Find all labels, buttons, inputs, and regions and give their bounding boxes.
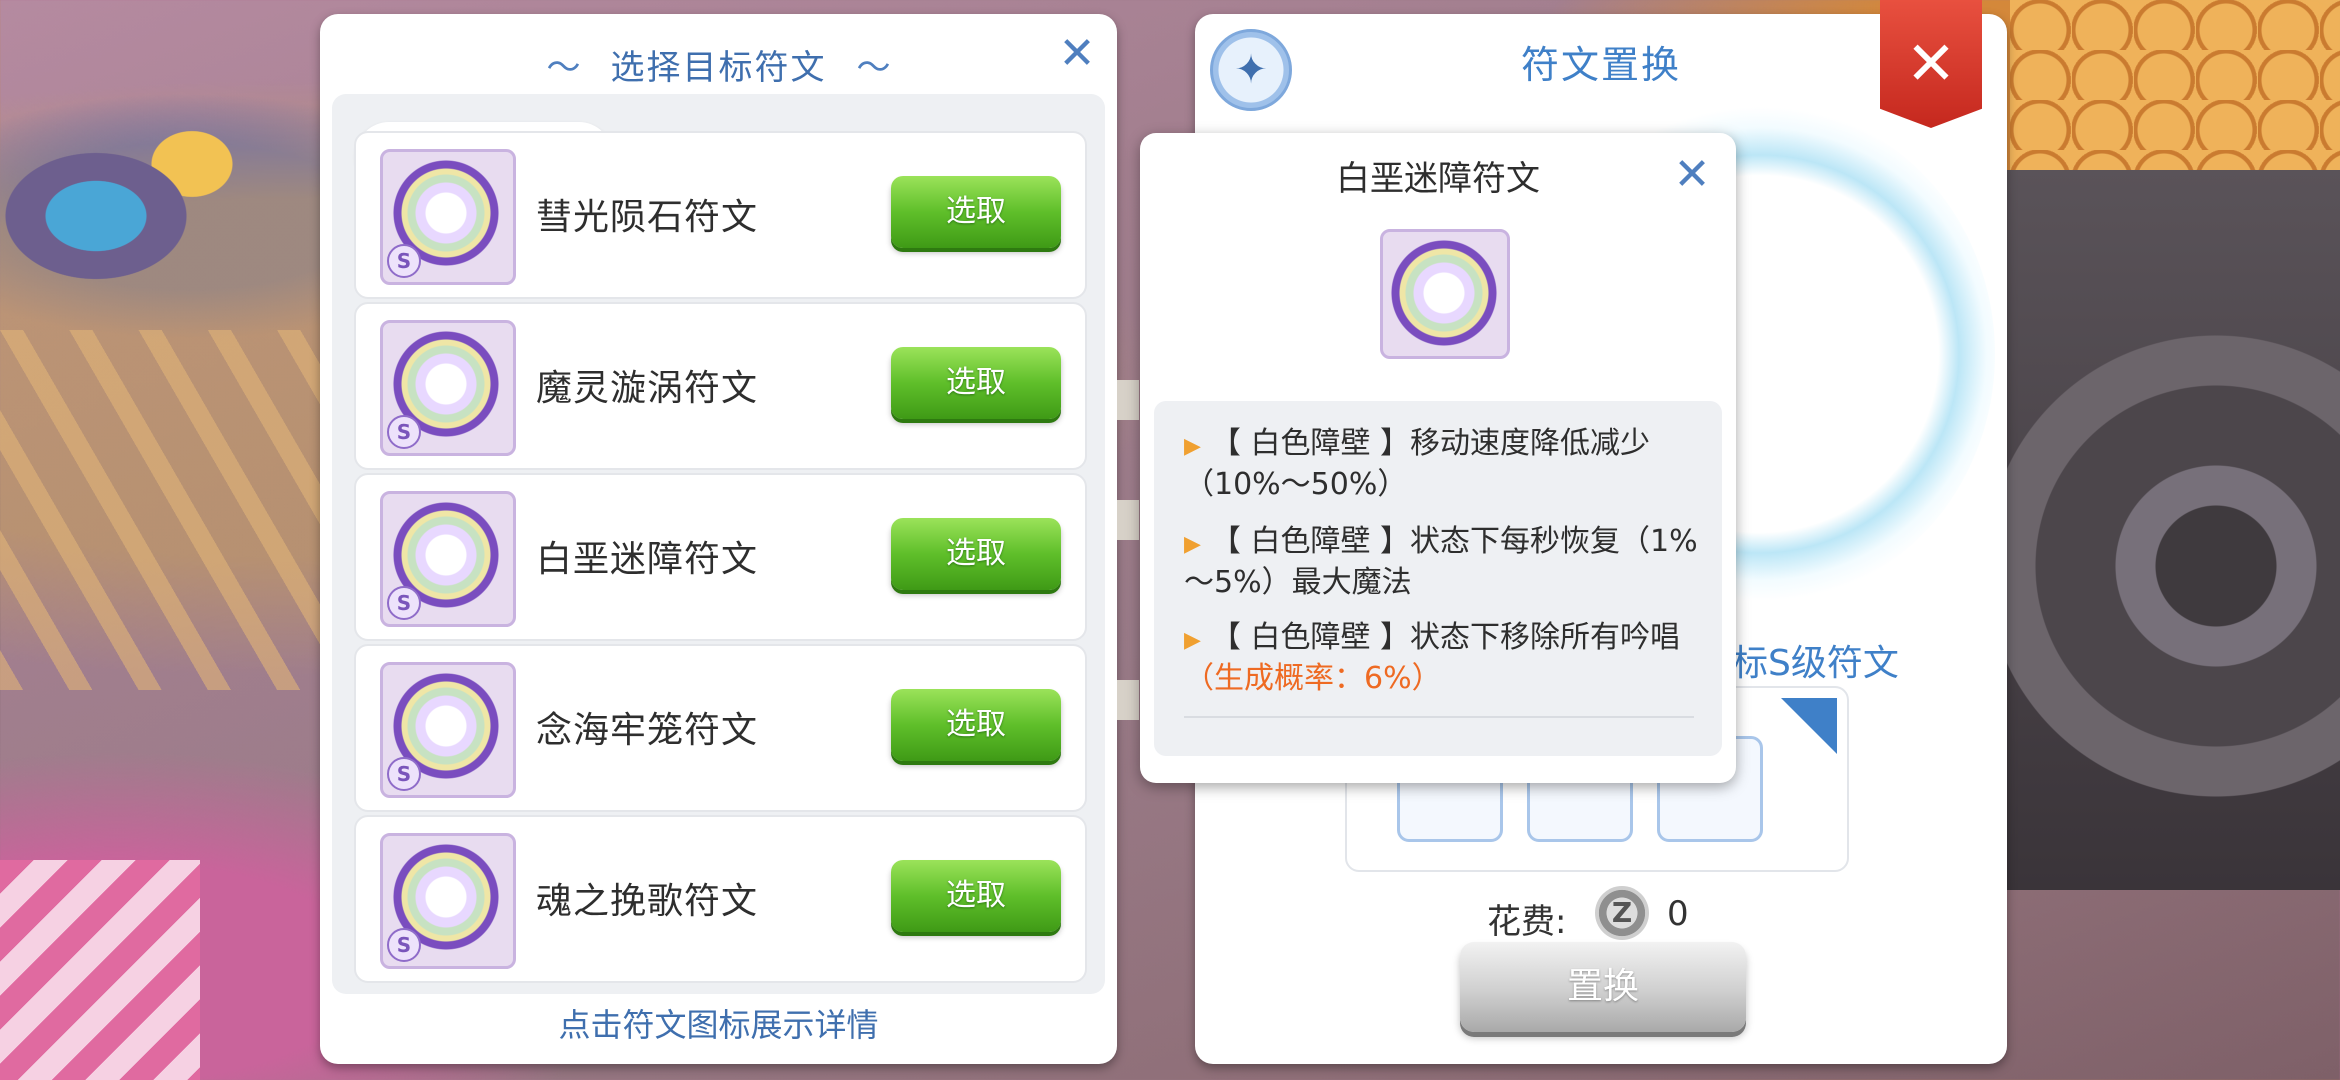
close-icon[interactable]: ✕ (1880, 0, 1982, 128)
list-item: S 白垩迷障符文 选取 (354, 473, 1087, 641)
effect-item: ▶ 【 白色障壁 】移动速度降低减少（10%～50%） (1184, 425, 1704, 504)
divider (1184, 716, 1694, 718)
rune-name: 魔灵漩涡符文 (536, 368, 759, 409)
background-roof-tiles (2010, 0, 2340, 180)
close-icon[interactable]: ✕ (1055, 32, 1099, 76)
close-icon[interactable]: ✕ (1670, 153, 1714, 197)
bullet-arrow-icon: ▶ (1184, 628, 1201, 653)
popup-title: 白垩迷障符文 (1336, 159, 1540, 199)
zeny-coin-icon: Z (1595, 886, 1649, 940)
rune-effect-list: ▶ 【 白色障壁 】移动速度降低减少（10%～50%） ▶ 【 白色障壁 】状态下每… (1154, 401, 1722, 756)
effect-text: 【 白色障壁 】状态下移除所有吟唱 (1210, 620, 1680, 655)
rune-list[interactable]: 巫师 S 彗光陨石符文 选取 S 魔灵漩涡符文 选取 S 白垩迷障符文 选取 S… (332, 94, 1105, 994)
grade-badge: S (387, 586, 421, 620)
bullet-arrow-icon: ▶ (1184, 532, 1201, 557)
rune-name: 白垩迷障符文 (536, 539, 759, 580)
cost-value: 0 (1667, 894, 1689, 934)
rune-icon[interactable]: S (380, 662, 516, 798)
swap-button[interactable]: 置换 (1460, 942, 1746, 1032)
rune-detail-popup: 白垩迷障符文 ✕ ▶ 【 白色障壁 】移动速度降低减少（10%～50%） ▶ 【 白… (1140, 133, 1736, 783)
list-item: S 彗光陨石符文 选取 (354, 131, 1087, 299)
corner-marker (1781, 698, 1837, 754)
footer-hint: 点击符文图标展示详情 (558, 1006, 879, 1044)
grade-badge: S (387, 928, 421, 962)
rune-name: 念海牢笼符文 (536, 710, 759, 751)
bullet-arrow-icon: ▶ (1184, 434, 1201, 459)
rune-icon[interactable]: S (380, 149, 516, 285)
select-button[interactable]: 选取 (891, 689, 1061, 761)
panel-title: 选择目标符文 (610, 47, 827, 88)
select-button[interactable]: 选取 (891, 347, 1061, 419)
rune-name: 魂之挽歌符文 (536, 881, 759, 922)
target-rune-label: 标S级符文 (1732, 643, 1899, 684)
effect-text: 【 白色障壁 】状态下每秒恢复（1%～5%）最大魔法 (1184, 524, 1698, 600)
rune-icon[interactable]: S (380, 320, 516, 456)
left-title-row: 〜 选择目标符文 〜 (320, 34, 1117, 94)
effect-item: ▶ 【 白色障壁 】状态下每秒恢复（1%～5%）最大魔法 (1184, 523, 1704, 602)
background-fragment (1117, 380, 1139, 420)
select-button[interactable]: 选取 (891, 860, 1061, 932)
cost-label: 花费: (1487, 902, 1567, 942)
title-decoration-right-icon: 〜 (856, 47, 891, 88)
background-fountain (0, 60, 320, 320)
select-button[interactable]: 选取 (891, 176, 1061, 248)
generation-rate: （生成概率：6%） (1184, 661, 1442, 696)
rune-name: 彗光陨石符文 (536, 197, 759, 238)
rune-icon[interactable]: S (380, 833, 516, 969)
rune-icon[interactable]: S (380, 491, 516, 627)
background-fragment (1117, 500, 1139, 540)
select-button[interactable]: 选取 (891, 518, 1061, 590)
select-target-rune-panel: 〜 选择目标符文 〜 ✕ 巫师 S 彗光陨石符文 选取 S 魔灵漩涡符文 选取 … (320, 14, 1117, 1064)
grade-badge: S (387, 244, 421, 278)
background-tent (0, 860, 200, 1080)
list-item: S 魂之挽歌符文 选取 (354, 815, 1087, 983)
grade-badge: S (387, 757, 421, 791)
grade-badge: S (387, 415, 421, 449)
list-item: S 念海牢笼符文 选取 (354, 644, 1087, 812)
rune-icon (1380, 229, 1510, 359)
effect-item: ▶ 【 白色障壁 】状态下移除所有吟唱 （生成概率：6%） (1184, 619, 1704, 698)
background-fragment (1117, 680, 1139, 720)
title-decoration-left-icon: 〜 (546, 47, 581, 88)
effect-text: 【 白色障壁 】移动速度降低减少（10%～50%） (1184, 426, 1650, 502)
list-item: S 魔灵漩涡符文 选取 (354, 302, 1087, 470)
background-floor-pattern (0, 330, 330, 690)
